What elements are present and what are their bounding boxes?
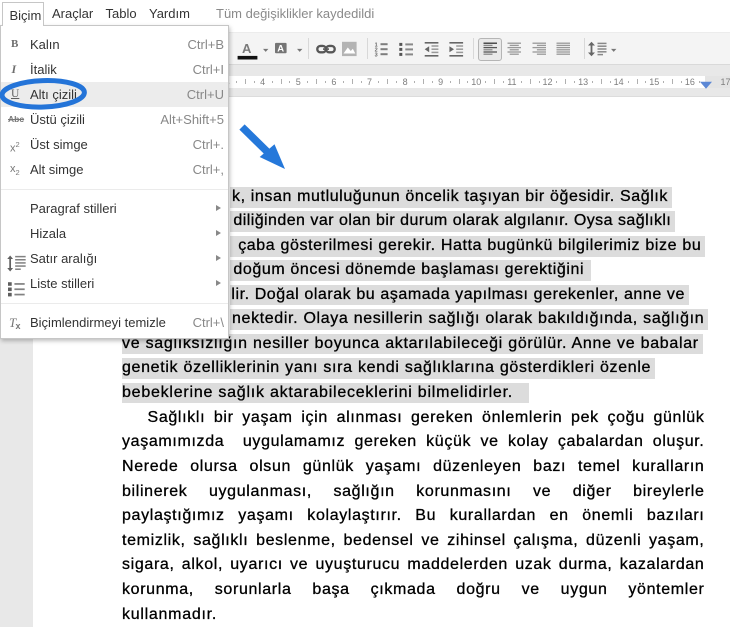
- svg-text:A: A: [242, 41, 252, 56]
- svg-text:A: A: [277, 44, 284, 55]
- svg-text:3: 3: [375, 52, 378, 58]
